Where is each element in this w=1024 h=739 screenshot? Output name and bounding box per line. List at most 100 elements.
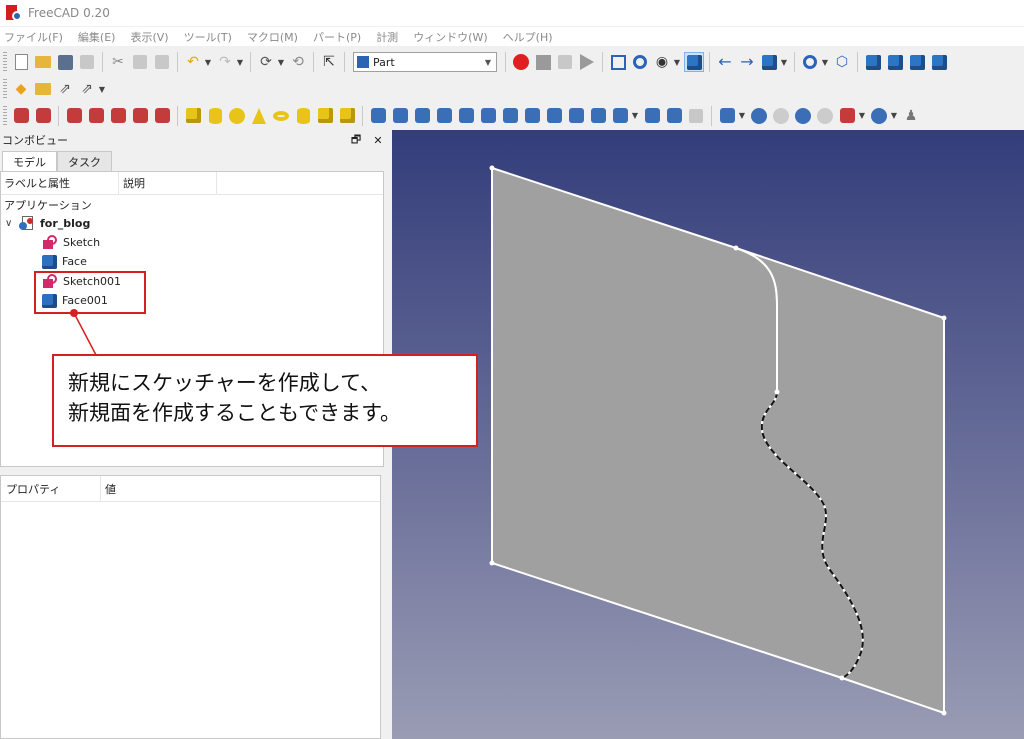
ruled-surface-button[interactable] [500, 106, 520, 126]
torus-button[interactable] [271, 106, 291, 126]
create-group-button[interactable] [33, 79, 53, 99]
compound-button[interactable] [717, 106, 737, 126]
menu-help[interactable]: ヘルプ(H) [503, 29, 553, 45]
copy-button[interactable] [130, 52, 150, 72]
draw-style-button[interactable]: ◉ [652, 52, 672, 72]
menu-file[interactable]: ファイル(F) [4, 29, 63, 45]
property-col-name[interactable]: プロパティ [1, 476, 101, 501]
section-button[interactable] [566, 106, 586, 126]
projection-button[interactable] [664, 106, 684, 126]
bounding-box-button[interactable] [684, 52, 704, 72]
view-top-button[interactable] [885, 52, 905, 72]
forward-button[interactable]: → [737, 52, 757, 72]
offset-button[interactable] [610, 106, 630, 126]
toolbar-grip[interactable] [3, 52, 7, 72]
vertex[interactable] [839, 675, 845, 681]
extrude-button[interactable] [368, 106, 388, 126]
sphere-button[interactable] [227, 106, 247, 126]
macro-edit-button[interactable] [555, 52, 575, 72]
join-dropdown-icon[interactable]: ▼ [858, 111, 866, 120]
menu-measure[interactable]: 計測 [376, 29, 398, 45]
paste-button[interactable] [152, 52, 172, 72]
macro-record-button[interactable] [511, 52, 531, 72]
menu-window[interactable]: ウィンドウ(W) [413, 29, 487, 45]
split-dropdown-icon[interactable]: ▼ [890, 111, 898, 120]
toolbar-grip[interactable] [3, 105, 7, 126]
view-right-button[interactable] [907, 52, 927, 72]
primitives-button[interactable] [315, 106, 335, 126]
check-geometry-button[interactable] [11, 106, 31, 126]
measure-linear-button[interactable] [64, 106, 84, 126]
tree-item-sketch[interactable]: Sketch [42, 233, 100, 252]
vertex[interactable] [733, 245, 739, 251]
undo-dropdown-icon[interactable]: ▼ [204, 58, 212, 67]
tree-item-document[interactable]: ∨ for_blog [5, 214, 90, 233]
create-part-button[interactable]: ◆ [11, 79, 31, 99]
cone-button[interactable] [249, 106, 269, 126]
panel-splitter[interactable] [0, 467, 392, 475]
panel-scrollbar[interactable] [381, 475, 392, 739]
3d-viewport[interactable] [392, 130, 1024, 739]
view-iso-button[interactable]: ⬡ [832, 52, 852, 72]
draw-style-dropdown-icon[interactable]: ▼ [673, 58, 681, 67]
refresh-dropdown-icon[interactable]: ▼ [277, 58, 285, 67]
measure-clear-button[interactable] [130, 106, 150, 126]
property-col-value[interactable]: 値 [101, 481, 116, 497]
vertex[interactable] [941, 710, 947, 716]
box-button[interactable] [183, 106, 203, 126]
shape-builder-button[interactable] [337, 106, 357, 126]
vertex[interactable] [489, 560, 495, 566]
tab-model[interactable]: モデル [2, 151, 57, 171]
vertex[interactable] [489, 165, 495, 171]
macro-run-button[interactable] [577, 52, 597, 72]
redo-dropdown-icon[interactable]: ▼ [236, 58, 244, 67]
more-tools-button[interactable]: ♟ [901, 106, 921, 126]
thickness-button[interactable] [642, 106, 662, 126]
menu-edit[interactable]: 編集(E) [78, 29, 116, 45]
menu-view[interactable]: 表示(V) [130, 29, 168, 45]
redo-button[interactable]: ↷ [215, 52, 235, 72]
common-button[interactable] [815, 106, 835, 126]
tube-button[interactable] [293, 106, 313, 126]
measure-toggle-button[interactable] [152, 106, 172, 126]
tree-col-description[interactable]: 説明 [119, 172, 217, 194]
cylinder-button[interactable] [205, 106, 225, 126]
link-dropdown-icon[interactable]: ▼ [780, 58, 788, 67]
make-face-button[interactable] [478, 106, 498, 126]
undo-button[interactable]: ↶ [183, 52, 203, 72]
tab-tasks[interactable]: タスク [57, 151, 112, 171]
save-button[interactable] [55, 52, 75, 72]
compound-dropdown-icon[interactable]: ▼ [738, 111, 746, 120]
measure-angular-button[interactable] [86, 106, 106, 126]
menu-tools[interactable]: ツール(T) [184, 29, 232, 45]
fit-all-button[interactable] [608, 52, 628, 72]
measure-refresh-button[interactable] [108, 106, 128, 126]
vertex[interactable] [774, 389, 780, 395]
revolve-button[interactable] [390, 106, 410, 126]
fillet-button[interactable] [434, 106, 454, 126]
back-button[interactable]: ← [715, 52, 735, 72]
sweep-button[interactable] [544, 106, 564, 126]
cut-button[interactable]: ✂ [108, 52, 128, 72]
fuse-button[interactable] [793, 106, 813, 126]
fit-selection-button[interactable] [630, 52, 650, 72]
close-icon[interactable]: ✕ [370, 134, 386, 147]
tree-col-label[interactable]: ラベルと属性 [1, 172, 119, 194]
chamfer-button[interactable] [456, 106, 476, 126]
menu-macro[interactable]: マクロ(M) [247, 29, 298, 45]
recompute-button[interactable]: ⟲ [288, 52, 308, 72]
float-icon[interactable]: 🗗 [348, 131, 364, 150]
new-file-button[interactable] [11, 52, 31, 72]
macro-stop-button[interactable] [533, 52, 553, 72]
link-button[interactable] [759, 52, 779, 72]
make-link-button[interactable]: ⇗ [55, 79, 75, 99]
cut-shape-button[interactable] [771, 106, 791, 126]
join-button[interactable] [837, 106, 857, 126]
view-rear-button[interactable] [929, 52, 949, 72]
link-actions-dropdown-icon[interactable]: ▼ [98, 85, 106, 94]
tree-item-face[interactable]: Face [42, 252, 87, 271]
link-actions-button[interactable]: ⇗ [77, 79, 97, 99]
refresh-toggle-button[interactable]: ⟳ [256, 52, 276, 72]
loft-button[interactable] [522, 106, 542, 126]
toolbar-grip[interactable] [3, 79, 7, 99]
